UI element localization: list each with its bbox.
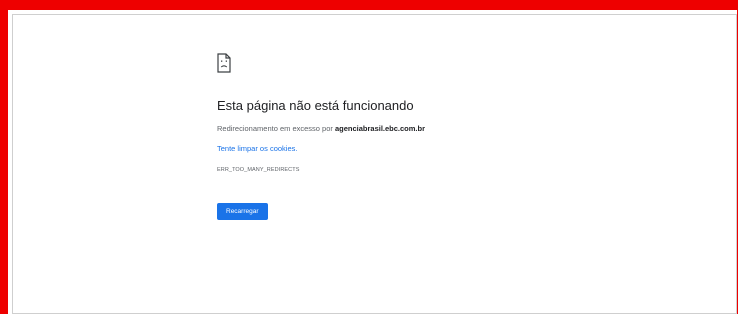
clear-cookies-link[interactable]: Tente limpar os cookies. (217, 144, 297, 153)
page-title: Esta página não está funcionando (217, 98, 414, 113)
error-content: Esta página não está funcionando Redirec… (217, 53, 537, 220)
description-text: Redirecionamento em excesso por (217, 124, 335, 133)
error-description: Redirecionamento em excesso por agenciab… (217, 124, 537, 133)
domain-name: agenciabrasil.ebc.com.br (334, 124, 426, 133)
browser-viewport: Esta página não está funcionando Redirec… (12, 14, 737, 314)
sad-page-icon (217, 53, 231, 73)
reload-button[interactable]: Recarregar (217, 203, 268, 220)
